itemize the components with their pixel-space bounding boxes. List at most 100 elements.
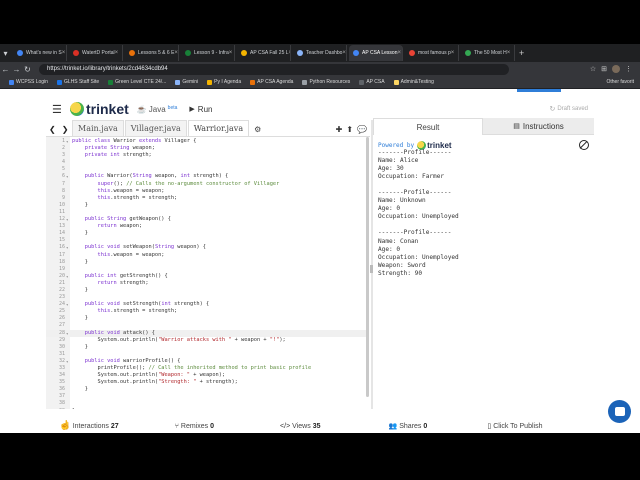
reload-icon[interactable]: ↻ (22, 65, 33, 74)
interactions-stat[interactable]: ☝ Interactions 27 (62, 422, 119, 431)
close-tab-icon[interactable]: × (451, 50, 455, 56)
fold-arrow-icon[interactable]: ▾ (66, 330, 68, 337)
bookmark-item[interactable]: GLHS Staff Site (56, 79, 99, 85)
add-file-icon[interactable]: ✚ (336, 125, 343, 134)
profile-avatar[interactable] (612, 65, 620, 73)
bookmark-item[interactable]: WCPSS Login (9, 79, 48, 85)
editor-scrollbar[interactable] (366, 137, 369, 397)
code-token: } (72, 343, 88, 350)
code-token: "Weapon: " (158, 372, 190, 379)
fold-arrow-icon[interactable]: ▾ (66, 216, 68, 223)
shares-stat[interactable]: 👥 Shares 0 (389, 422, 428, 431)
code-line: 1 ▾ public class Warrior extends Villager … (46, 138, 366, 145)
close-tab-icon[interactable]: × (174, 50, 178, 56)
code-token: .weapon = weapon; (110, 187, 165, 194)
line-number: 6 (61, 173, 65, 180)
code-text: return strength; (72, 280, 149, 287)
code-token: public (72, 272, 108, 279)
line-number: 4 (61, 159, 65, 166)
code-token: this (72, 187, 111, 194)
editor-tab-bar: ❮ ❯ Main.java Villager.java Warrior.java ⚙… (46, 120, 370, 137)
line-number: 28 (58, 329, 65, 336)
code-token: System.out.println( (72, 372, 159, 379)
code-text: this.strength = strength; (72, 308, 178, 315)
run-button[interactable]: ▶ Run (189, 105, 212, 114)
code-line: 5 (46, 166, 366, 173)
bookmark-other[interactable]: Other favorit (606, 79, 634, 85)
code-line: 15 (46, 237, 366, 244)
draft-status: ↻ Draft saved (549, 105, 588, 113)
remixes-stat[interactable]: ⑂ Remixes 0 (175, 423, 214, 430)
bookmark-item[interactable]: AP CSA Agenda (250, 79, 293, 85)
browser-tab[interactable]: What's new in S × (13, 45, 67, 61)
bookmark-item[interactable]: Green Level CTE 24/... (108, 79, 166, 85)
browser-tab-title: WatertD Portal (82, 50, 115, 56)
fold-arrow-icon[interactable]: ▾ (66, 301, 68, 308)
browser-tab[interactable]: AP CSA Lesson × (349, 45, 403, 61)
browser-menu-icon[interactable]: ⋮ (625, 65, 632, 73)
bookmark-item[interactable]: Py I Agenda (207, 79, 241, 85)
code-text: } (72, 408, 75, 409)
fold-arrow-icon[interactable]: ▾ (66, 358, 68, 365)
code-token: } (72, 201, 88, 208)
views-stat[interactable]: </> Views 35 (280, 423, 320, 430)
chat-button[interactable] (608, 400, 631, 423)
file-tab[interactable]: Villager.java (124, 120, 187, 136)
favicon-icon (17, 50, 23, 56)
bookmark-item[interactable]: Python Resources (302, 79, 350, 85)
fold-arrow-icon[interactable]: ▾ (66, 173, 68, 180)
close-tab-icon[interactable]: × (398, 50, 402, 56)
hamburger-menu-icon[interactable]: ☰ (52, 103, 64, 116)
close-tab-icon[interactable]: × (62, 50, 66, 56)
bookmark-icon (393, 79, 399, 85)
browser-tab[interactable]: The 50 Most H × (461, 45, 515, 61)
close-tab-icon[interactable]: × (115, 50, 119, 56)
browser-toolbar-right: ☆ ⊞ ⋮ (590, 65, 640, 73)
browser-tab[interactable]: WatertD Portal × (69, 45, 123, 61)
fold-arrow-icon[interactable]: ▾ (66, 273, 68, 280)
url-bar[interactable]: https://trinket.io/library/trinkets/2cd4… (39, 63, 509, 75)
comment-icon[interactable]: 💬 (357, 125, 367, 134)
bookmark-item[interactable]: Admin&Testing (393, 79, 434, 85)
line-number: 30 (58, 343, 65, 350)
forward-icon[interactable]: → (11, 65, 22, 74)
code-text: super(); // Calls the no-argument constr… (72, 180, 280, 188)
close-tab-icon[interactable]: × (507, 50, 511, 56)
bookmark-item[interactable]: AP CSA (359, 79, 385, 85)
new-tab-icon[interactable]: + (519, 48, 524, 58)
close-tab-icon[interactable]: × (289, 50, 290, 56)
file-tab[interactable]: Main.java (72, 120, 124, 136)
tab-search-icon[interactable]: ▾ (0, 49, 11, 58)
code-token: (); (113, 180, 127, 187)
fold-arrow-icon[interactable]: ▾ (66, 244, 68, 251)
publish-button[interactable]: ▯ Click To Publish (487, 422, 542, 431)
back-icon[interactable]: ← (0, 65, 11, 74)
upload-icon[interactable]: ⬆ (346, 125, 353, 134)
browser-tab[interactable]: Teacher Dashbo × (293, 45, 347, 61)
browser-tab[interactable]: AP CSA Fall 25 L× (237, 45, 291, 61)
browser-tab[interactable]: Lessons 5 & 6 E × (125, 45, 179, 61)
fold-arrow-icon[interactable]: ▾ (66, 138, 68, 145)
browser-tab[interactable]: Lesson 9 - Infra × (181, 45, 235, 61)
close-tab-icon[interactable]: × (229, 50, 233, 56)
code-text: public Warrior(String weapon, int streng… (72, 173, 229, 180)
code-line: 18 } (46, 259, 366, 266)
file-tab[interactable]: Warrior.java (187, 120, 250, 136)
tab-result[interactable]: Result (373, 118, 483, 135)
bookmark-item[interactable]: Gemini (175, 79, 198, 85)
line-number: 33 (58, 365, 65, 371)
code-token: int (110, 152, 124, 159)
code-token: + weapon); (190, 372, 226, 379)
code-line: 37 (46, 393, 366, 400)
extensions-icon[interactable]: ⊞ (601, 65, 607, 73)
tab-instructions[interactable]: ▤ Instructions (483, 118, 594, 135)
next-file-icon[interactable]: ❯ (62, 125, 69, 134)
close-tab-icon[interactable]: × (342, 50, 346, 56)
prev-file-icon[interactable]: ❮ (49, 125, 56, 134)
code-editor[interactable]: 1 ▾ public class Warrior extends Villager … (46, 137, 370, 409)
browser-tab[interactable]: most famous p × (405, 45, 459, 61)
gear-icon[interactable]: ⚙ (254, 122, 261, 136)
star-icon[interactable]: ☆ (590, 65, 596, 73)
stop-icon[interactable] (579, 140, 589, 150)
trinket-logo[interactable]: trinket (70, 101, 129, 117)
